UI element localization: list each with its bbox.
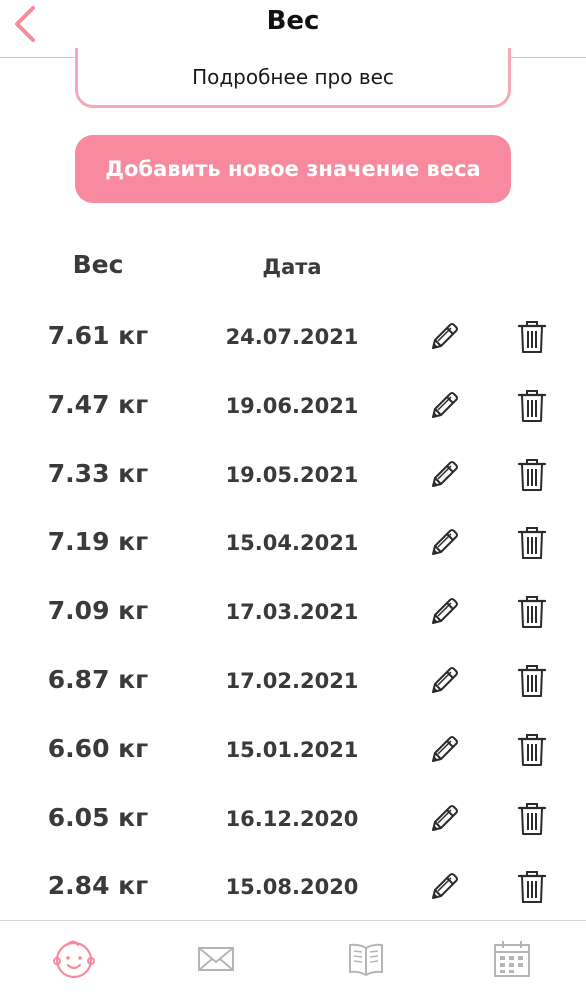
weight-list: 7.61 кг 24.07.2021 7.47 кг 19.06.2021 7.… <box>0 303 586 922</box>
calendar-icon <box>494 941 530 977</box>
edit-button[interactable] <box>424 525 464 565</box>
weight-screen: Вес Подробнее про вес Добавить новое зна… <box>0 0 586 1000</box>
weight-value: 6.05 кг <box>47 802 149 832</box>
date-value: 16.12.2020 <box>225 806 359 831</box>
pencil-icon <box>427 320 461 358</box>
add-weight-button[interactable]: Добавить новое значение веса <box>75 135 511 203</box>
pencil-icon <box>427 458 461 496</box>
edit-button[interactable] <box>424 594 464 634</box>
trash-icon <box>517 388 547 428</box>
pencil-icon <box>427 802 461 840</box>
weight-value: 7.61 кг <box>47 321 149 350</box>
table-row: 6.60 кг 15.01.2021 <box>0 716 586 785</box>
table-row: 6.87 кг 17.02.2021 <box>0 647 586 716</box>
delete-button[interactable] <box>513 594 551 634</box>
edit-button[interactable] <box>424 869 464 909</box>
table-row: 6.05 кг 16.12.2020 <box>0 785 586 854</box>
pencil-icon <box>427 664 461 702</box>
add-weight-label: Добавить новое значение веса <box>105 157 481 181</box>
edit-button[interactable] <box>424 319 464 359</box>
weight-value: 7.47 кг <box>47 389 149 419</box>
weight-value: 7.19 кг <box>47 527 149 557</box>
weight-value: 6.87 кг <box>47 664 149 694</box>
delete-button[interactable] <box>513 801 551 841</box>
column-header-weight: Вес <box>72 250 124 279</box>
baby-face-icon <box>53 940 95 979</box>
date-value: 24.07.2021 <box>225 325 359 349</box>
edit-button[interactable] <box>424 801 464 841</box>
date-value: 15.01.2021 <box>225 737 359 762</box>
weight-value: 6.60 кг <box>47 733 149 763</box>
date-value: 15.08.2020 <box>225 875 359 900</box>
pencil-icon <box>427 526 461 564</box>
table-row: 7.19 кг 15.04.2021 <box>0 509 586 578</box>
pencil-icon <box>427 733 461 771</box>
tab-messages[interactable] <box>192 935 240 983</box>
table-row: 7.09 кг 17.03.2021 <box>0 578 586 647</box>
date-value: 19.05.2021 <box>225 462 359 487</box>
delete-button[interactable] <box>513 319 551 359</box>
table-row: 7.47 кг 19.06.2021 <box>0 372 586 441</box>
weight-value: 7.09 кг <box>47 596 149 626</box>
trash-icon <box>517 869 547 909</box>
column-header-date: Дата <box>262 255 322 279</box>
trash-icon <box>517 457 547 497</box>
table-row: 2.84 кг 15.08.2020 <box>0 853 586 922</box>
delete-button[interactable] <box>513 525 551 565</box>
more-about-weight-label: Подробнее про вес <box>192 64 394 89</box>
delete-button[interactable] <box>513 388 551 428</box>
more-about-weight-button[interactable]: Подробнее про вес <box>75 48 511 108</box>
tab-bar <box>0 920 586 1000</box>
date-value: 15.04.2021 <box>225 531 359 556</box>
trash-icon <box>517 594 547 634</box>
delete-button[interactable] <box>513 663 551 703</box>
weight-value: 2.84 кг <box>47 871 149 901</box>
trash-icon <box>517 525 547 565</box>
trash-icon <box>517 319 547 359</box>
pencil-icon <box>427 595 461 633</box>
tab-book[interactable] <box>342 935 390 983</box>
edit-button[interactable] <box>424 457 464 497</box>
trash-icon <box>517 663 547 703</box>
delete-button[interactable] <box>513 869 551 909</box>
edit-button[interactable] <box>424 732 464 772</box>
edit-button[interactable] <box>424 388 464 428</box>
trash-icon <box>517 801 547 841</box>
pencil-icon <box>427 389 461 427</box>
date-value: 17.03.2021 <box>225 600 359 625</box>
trash-icon <box>517 732 547 772</box>
envelope-icon <box>198 947 234 971</box>
weight-value: 7.33 кг <box>47 458 149 488</box>
tab-baby[interactable] <box>50 935 98 983</box>
table-row: 7.61 кг 24.07.2021 <box>0 303 586 372</box>
date-value: 17.02.2021 <box>225 668 359 693</box>
delete-button[interactable] <box>513 457 551 497</box>
table-row: 7.33 кг 19.05.2021 <box>0 441 586 510</box>
pencil-icon <box>427 870 461 908</box>
delete-button[interactable] <box>513 732 551 772</box>
tab-calendar[interactable] <box>488 935 536 983</box>
edit-button[interactable] <box>424 663 464 703</box>
book-icon <box>349 943 383 977</box>
date-value: 19.06.2021 <box>225 393 359 418</box>
page-title: Вес <box>266 6 320 36</box>
